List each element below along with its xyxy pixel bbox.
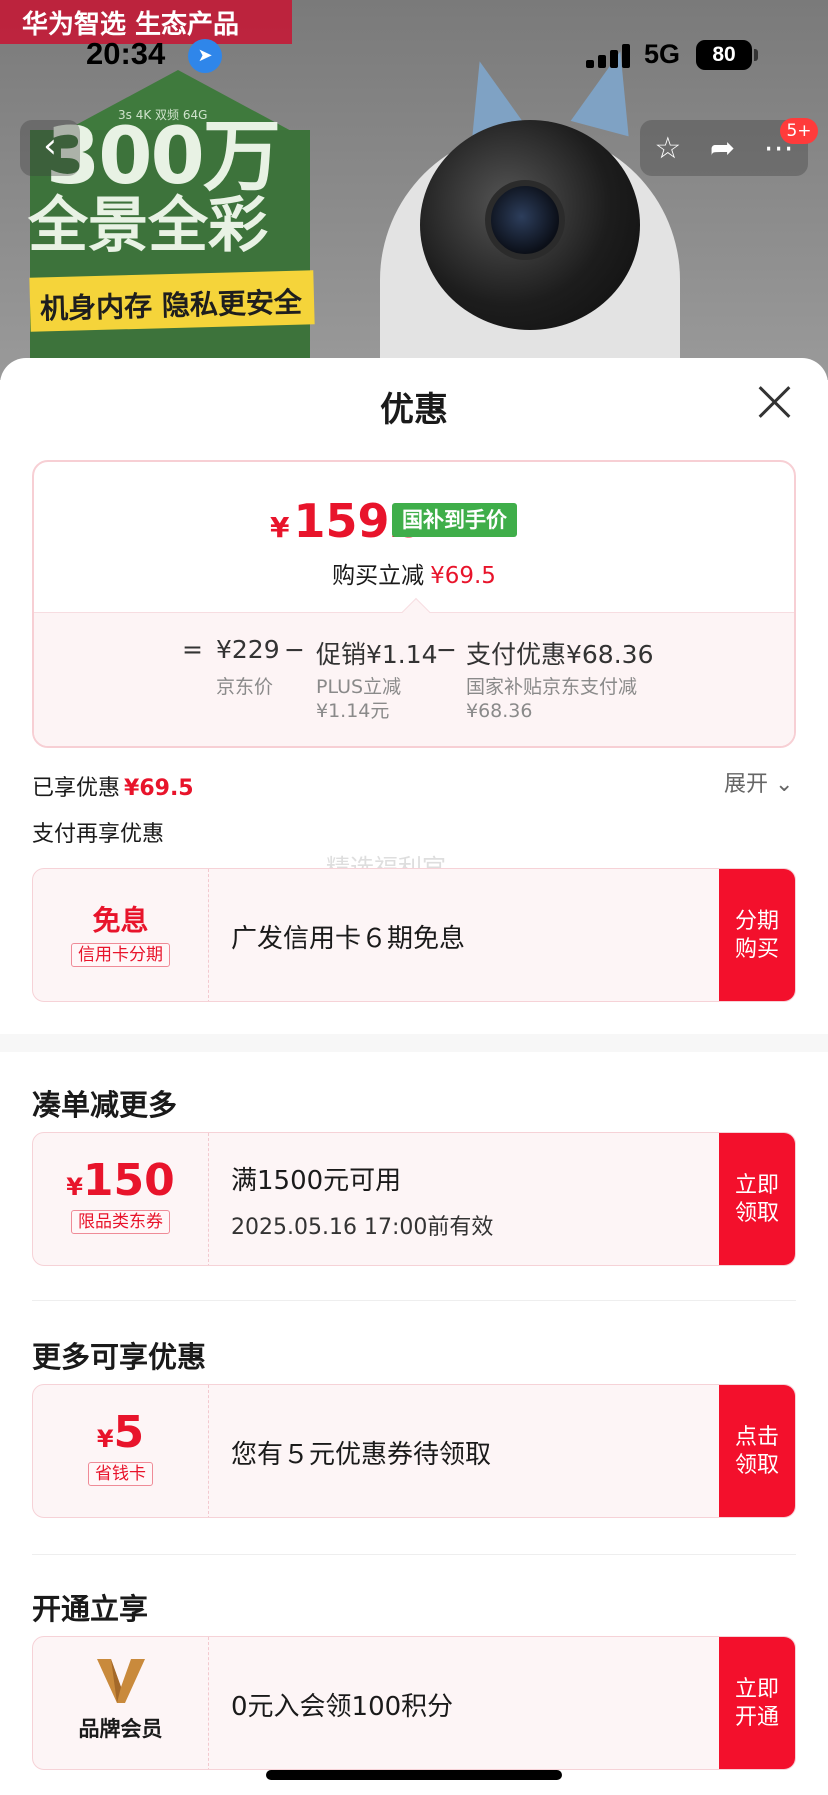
installment-coupon: 免息 信用卡分期 广发信用卡６期免息 分期购买 — [32, 868, 796, 1002]
cellular-signal-icon — [586, 44, 630, 68]
chevron-left-icon: ‹ — [43, 126, 57, 166]
share-icon[interactable]: ➦ — [710, 131, 735, 166]
poster-strip: 机身内存 隐私更安全 — [29, 270, 315, 332]
poster-headline: 300万 — [46, 112, 281, 202]
saving-card-currency: ¥ — [96, 1425, 114, 1453]
saving-card-claim-button[interactable]: 点击领取 — [719, 1385, 795, 1517]
price-card: ¥ 159 .5 国补到手价 购买立减¥69.5 = ¥229 − 促销¥1.1… — [32, 460, 796, 748]
sheet-title: 优惠 — [380, 390, 448, 430]
installment-coupon-left: 免息 信用卡分期 — [33, 869, 209, 1001]
formula-base-price: ¥229 — [216, 635, 280, 664]
price-currency: ¥ — [270, 511, 290, 544]
saving-card-amount: ¥5 — [33, 1407, 208, 1458]
expand-label: 展开 — [724, 772, 769, 797]
poster-subheadline: 全景全彩 — [28, 191, 268, 261]
status-time: 20:34 — [86, 36, 166, 71]
bundle-condition: 满1500元可用 — [231, 1165, 402, 1196]
enjoyed-discount-label: 已享优惠 — [32, 776, 121, 801]
formula-pay-amount: ¥68.36 — [466, 700, 533, 722]
divider — [32, 1554, 796, 1555]
section-title-bundle: 凑单减更多 — [32, 1088, 178, 1122]
status-bar: 20:34 ➤ 5G 80 — [0, 36, 828, 76]
section-title-open: 开通立享 — [32, 1592, 149, 1626]
brand-member-left: 品牌会员 — [33, 1637, 209, 1769]
installment-buy-button[interactable]: 分期购买 — [719, 869, 795, 1001]
formula-promo-label: PLUS立减 — [316, 676, 402, 698]
bundle-coupon-left: ¥150 限品类东券 — [33, 1133, 209, 1265]
battery-icon: 80 — [696, 40, 752, 70]
location-arrow-icon: ➤ — [188, 39, 222, 73]
battery-tip — [754, 49, 758, 61]
formula-promo: 促销¥1.14 — [316, 640, 438, 669]
formula-base-label: 京东价 — [216, 676, 274, 698]
formula-pay-label: 国家补贴京东支付减 — [466, 676, 638, 698]
installment-big-text: 免息 — [92, 904, 149, 937]
section-title-more: 更多可享优惠 — [32, 1340, 207, 1374]
bundle-amount: ¥150 — [33, 1155, 208, 1206]
bundle-currency: ¥ — [66, 1173, 83, 1201]
brand-member-description: 0元入会领100积分 — [231, 1691, 454, 1722]
poster-strip-text: 机身内存 隐私更安全 — [39, 285, 303, 326]
formula-pay-discount: 支付优惠¥68.36 — [466, 640, 654, 669]
message-badge: 5+ — [780, 118, 818, 144]
bundle-validity: 2025.05.16 17:00前有效 — [231, 1214, 494, 1240]
subsidy-price-tag: 国补到手价 — [392, 503, 517, 537]
home-indicator — [266, 1770, 562, 1780]
chevron-down-icon: ⌄ — [775, 772, 794, 797]
saving-card-body: 您有５元优惠券待领取 — [231, 1385, 492, 1517]
enjoyed-discount: 已享优惠 ¥69.5 — [32, 770, 194, 802]
formula-promo-amount: ¥1.14元 — [316, 700, 390, 722]
formula-equals: = — [182, 635, 203, 664]
network-type: 5G — [644, 39, 681, 69]
brand-member-coupon: 品牌会员 0元入会领100积分 立即开通 — [32, 1636, 796, 1770]
installment-coupon-body: 广发信用卡６期免息 — [231, 869, 466, 1001]
formula-minus-2: − — [436, 635, 457, 664]
instant-reduction-label: 购买立减 — [332, 563, 425, 589]
saving-card-amount-value: 5 — [113, 1407, 145, 1458]
saving-card-description: 您有５元优惠券待领取 — [231, 1439, 492, 1470]
bundle-amount-value: 150 — [82, 1155, 175, 1206]
product-camera-image — [380, 43, 740, 380]
instant-reduction-value: ¥69.5 — [430, 563, 496, 589]
section-gap — [0, 1034, 828, 1052]
installment-tag: 信用卡分期 — [71, 943, 170, 967]
bundle-claim-button[interactable]: 立即领取 — [719, 1133, 795, 1265]
formula-minus-1: − — [284, 635, 305, 664]
saving-card-left: ¥5 省钱卡 — [33, 1385, 209, 1517]
pay-more-label: 支付再享优惠 — [32, 822, 165, 847]
back-button[interactable]: ‹ — [20, 120, 80, 176]
discount-sheet: 优惠 ¥ 159 .5 国补到手价 购买立减¥69.5 = ¥229 − 促销¥… — [0, 358, 828, 1795]
star-icon[interactable]: ☆ — [654, 131, 681, 166]
price-summary: ¥ 159 .5 国补到手价 购买立减¥69.5 — [34, 462, 794, 612]
instant-reduction: 购买立减 ¥69.5 — [34, 556, 794, 590]
brand-member-logo-icon — [96, 1659, 145, 1703]
divider — [32, 1300, 796, 1301]
saving-card-coupon: ¥5 省钱卡 您有５元优惠券待领取 点击领取 — [32, 1384, 796, 1518]
bundle-coupon-body: 满1500元可用 2025.05.16 17:00前有效 — [231, 1133, 494, 1265]
installment-description: 广发信用卡６期免息 — [231, 923, 466, 954]
expand-toggle[interactable]: 展开 ⌄ — [724, 766, 793, 798]
brand-member-body: 0元入会领100积分 — [231, 1637, 454, 1769]
saving-card-tag: 省钱卡 — [88, 1462, 153, 1486]
enjoyed-discount-value: ¥69.5 — [124, 776, 194, 801]
price-integer: 159 — [293, 494, 390, 548]
close-icon[interactable] — [756, 384, 792, 420]
brand-member-open-button[interactable]: 立即开通 — [719, 1637, 795, 1769]
bundle-coupon: ¥150 限品类东券 满1500元可用 2025.05.16 17:00前有效 … — [32, 1132, 796, 1266]
price-breakdown: = ¥229 − 促销¥1.14 − 支付优惠¥68.36 京东价 PLUS立减… — [34, 597, 794, 746]
brand-member-label: 品牌会员 — [78, 1717, 163, 1741]
bundle-tag: 限品类东券 — [71, 1210, 170, 1234]
